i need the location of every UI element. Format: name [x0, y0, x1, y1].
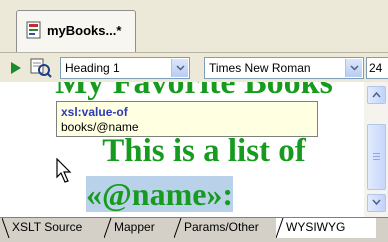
tab-label: WYSIWYG — [286, 220, 346, 234]
tab-mapper[interactable]: Mapper — [104, 218, 170, 238]
tab-wysiwyg[interactable]: WYSIWYG — [276, 218, 376, 238]
tab-label: Params/Other — [184, 220, 259, 234]
paragraph-style-select[interactable]: Heading 1 — [60, 57, 190, 79]
scroll-thumb[interactable] — [367, 124, 386, 190]
tab-label: XSLT Source — [12, 220, 83, 234]
preview-icon[interactable] — [30, 58, 52, 78]
tab-params-other[interactable]: Params/Other — [174, 218, 274, 238]
tab-xslt-source[interactable]: XSLT Source — [2, 218, 100, 238]
selected-placeholder-text: «@name»: — [86, 176, 234, 212]
chevron-down-icon[interactable] — [171, 59, 188, 77]
tooltip-title: xsl:value-of — [61, 105, 128, 119]
font-size-value: 24 — [369, 61, 383, 75]
scroll-up-button[interactable] — [367, 86, 386, 104]
mouse-cursor-icon — [56, 157, 74, 184]
heading-text: My Favorite Books — [55, 82, 333, 101]
wysiwyg-canvas[interactable]: My Favorite Books This is a list of «@na… — [0, 82, 364, 217]
vertical-scrollbar[interactable] — [364, 82, 388, 217]
tab-label: Mapper — [114, 220, 155, 234]
paragraph-style-value: Heading 1 — [65, 61, 120, 75]
value-of-placeholder[interactable]: «@name»: — [86, 176, 264, 212]
font-size-select[interactable]: 24 — [366, 57, 388, 79]
chevron-down-icon[interactable] — [345, 59, 362, 77]
tooltip-value: books/@name — [61, 120, 139, 134]
scroll-down-button[interactable] — [367, 194, 386, 212]
font-family-value: Times New Roman — [209, 61, 311, 75]
element-tooltip: xsl:value-of books/@name — [56, 101, 318, 137]
view-tabs: XSLT Source Mapper Params/Other WYSIWYG — [0, 217, 388, 242]
xml-document-icon — [25, 21, 43, 39]
play-icon[interactable] — [10, 61, 22, 75]
document-tab-title: myBooks...* — [47, 23, 122, 38]
formatting-toolbar: Heading 1 Times New Roman 24 — [0, 52, 388, 82]
font-family-select[interactable]: Times New Roman — [204, 57, 364, 79]
document-tab[interactable]: myBooks...* — [16, 10, 136, 52]
list-intro-text: This is a list of — [102, 133, 306, 169]
document-tabstrip: myBooks...* — [0, 0, 388, 52]
